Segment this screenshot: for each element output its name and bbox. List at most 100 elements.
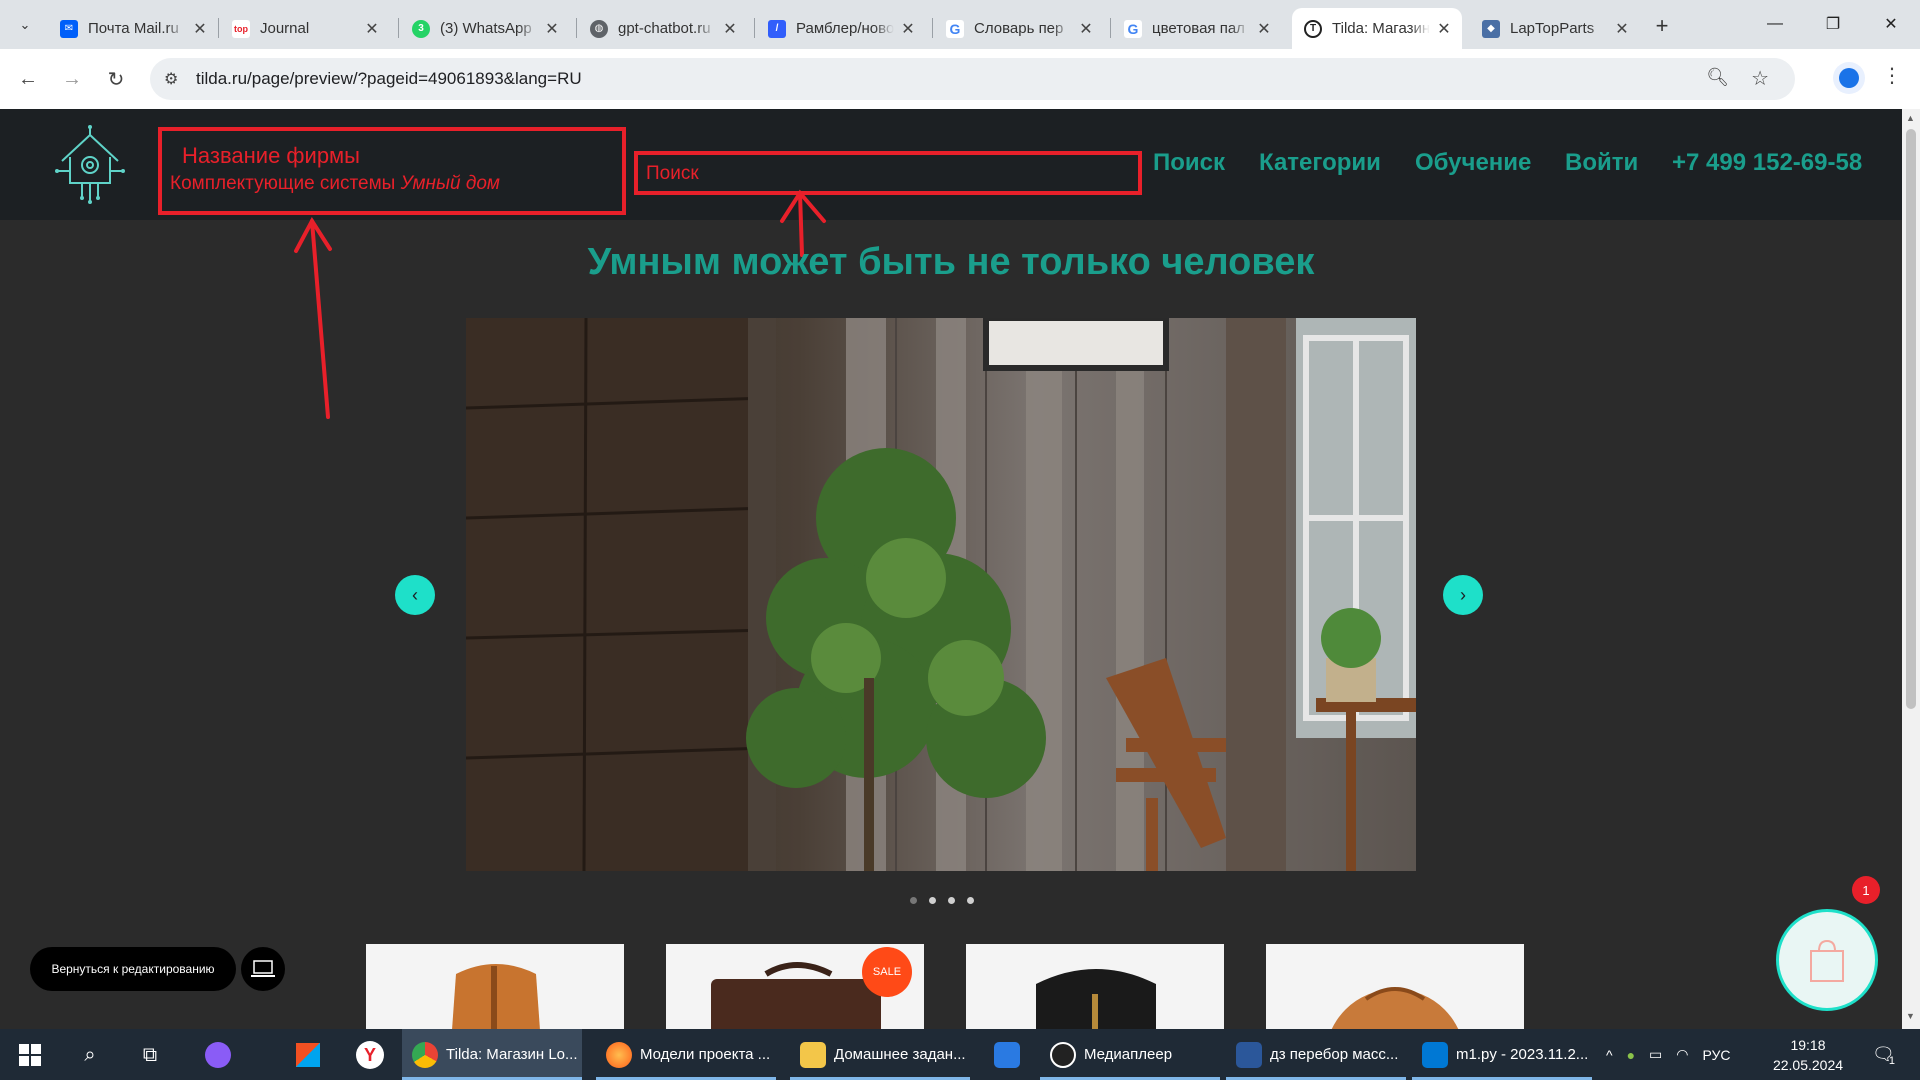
menu-item-phone[interactable]: +7 499 152-69-58: [1672, 149, 1862, 177]
taskbar-app-label: Домашнее задан...: [834, 1046, 966, 1063]
taskbar-app-mail[interactable]: [984, 1029, 1044, 1080]
menu-item-categories[interactable]: Категории: [1259, 149, 1381, 177]
tab-whatsapp[interactable]: 3 (3) WhatsApp ✕: [400, 8, 570, 49]
menu-item-login[interactable]: Войти: [1565, 149, 1638, 177]
back-arrow-icon[interactable]: ←: [12, 63, 44, 95]
minimize-button[interactable]: —: [1752, 6, 1798, 42]
menu-kebab-icon[interactable]: ⋮: [1882, 63, 1902, 88]
tilda-icon: T: [1304, 19, 1322, 38]
tab-title: Journal: [260, 20, 310, 37]
tab-mail[interactable]: ✉ Почта Mail.ru ✕: [48, 8, 218, 49]
close-tab-icon[interactable]: ✕: [900, 19, 916, 39]
alice-assistant-icon[interactable]: [200, 1037, 236, 1073]
cart-button[interactable]: [1776, 909, 1878, 1011]
taskbar-app-explorer[interactable]: Домашнее задан...: [790, 1029, 970, 1080]
taskbar-app-media-player[interactable]: Медиаплеер: [1040, 1029, 1220, 1080]
back-to-editing-button[interactable]: Вернуться к редактированию: [30, 947, 236, 991]
taskbar-app-label: дз перебор масс...: [1270, 1046, 1399, 1063]
close-window-button[interactable]: ✕: [1868, 6, 1914, 42]
scroll-down-arrow-icon[interactable]: ▼: [1906, 1011, 1915, 1021]
browser-tab-strip: ⌄ ✉ Почта Mail.ru ✕ top Journal ✕ 3 (3) …: [0, 0, 1920, 49]
zoom-icon[interactable]: 🔍︎: [1706, 67, 1729, 88]
scroll-up-arrow-icon[interactable]: ▲: [1906, 113, 1915, 123]
tab-journal[interactable]: top Journal ✕: [220, 8, 390, 49]
product-card-round-orange-bag[interactable]: [1266, 944, 1524, 1029]
folder-icon: [800, 1041, 826, 1068]
tab-gpt-chatbot[interactable]: ◍ gpt-chatbot.ru ✕: [578, 8, 748, 49]
mail-icon: ✉: [60, 19, 78, 38]
new-tab-button[interactable]: +: [1648, 12, 1676, 40]
close-tab-icon[interactable]: ✕: [722, 19, 738, 39]
show-hidden-icons-chevron-icon[interactable]: ^: [1606, 1047, 1613, 1063]
brand-annotation-box: Название фирмы Комплектующие системы Умн…: [158, 127, 626, 215]
slider-dot[interactable]: [948, 897, 955, 904]
tab-laptopparts[interactable]: ◆ LapTopParts ✕: [1470, 8, 1640, 49]
close-tab-icon[interactable]: ✕: [1614, 19, 1630, 39]
close-tab-icon[interactable]: ✕: [1436, 19, 1452, 39]
tab-tilda-active[interactable]: T Tilda: Магазин ✕: [1292, 8, 1462, 49]
taskbar-app-firefox[interactable]: Модели проекта ...: [596, 1029, 776, 1080]
black-backpack-image: [1036, 969, 1156, 1029]
restore-button[interactable]: ❐: [1810, 6, 1856, 42]
product-card-black-backpack[interactable]: [966, 944, 1224, 1029]
tab-search-chevron-icon[interactable]: ⌄: [12, 12, 38, 38]
wifi-icon[interactable]: ◠: [1676, 1046, 1688, 1063]
company-tagline: Комплектующие системы Умный дом: [170, 173, 500, 194]
slider-next-button[interactable]: ›: [1443, 575, 1483, 615]
taskbar-app-chrome[interactable]: Tilda: Магазин Lo...: [402, 1029, 582, 1080]
clock[interactable]: 19:18 22.05.2024: [1768, 1035, 1848, 1075]
yandex-browser-icon[interactable]: Y: [352, 1037, 388, 1073]
bookmark-star-icon[interactable]: ☆: [1751, 66, 1769, 91]
address-bar[interactable]: ⚙ tilda.ru/page/preview/?pageid=49061893…: [150, 58, 1795, 100]
close-tab-icon[interactable]: ✕: [1256, 19, 1272, 39]
menu-item-learning[interactable]: Обучение: [1415, 149, 1531, 177]
close-tab-icon[interactable]: ✕: [192, 19, 208, 39]
url-text[interactable]: tilda.ru/page/preview/?pageid=49061893&l…: [196, 69, 582, 89]
slider-dots: [910, 897, 974, 904]
search-placeholder: Поиск: [646, 163, 699, 184]
tab-title: LapTopParts: [1510, 20, 1595, 37]
tab-title: Tilda: Магазин: [1332, 20, 1430, 37]
mail-app-icon: [994, 1041, 1020, 1068]
taskbar-app-label: Модели проекта ...: [640, 1046, 771, 1063]
reload-icon[interactable]: ↻: [100, 63, 132, 95]
scrollbar-thumb[interactable]: [1906, 129, 1916, 709]
tab-rambler[interactable]: / Рамблер/новости ✕: [756, 8, 926, 49]
windows-start-icon[interactable]: [12, 1037, 48, 1073]
preview-device-button[interactable]: [241, 947, 285, 991]
slider-dot[interactable]: [910, 897, 917, 904]
battery-icon[interactable]: ▭: [1649, 1046, 1662, 1063]
site-settings-icon[interactable]: ⚙: [164, 69, 178, 89]
tab-color-palette[interactable]: G цветовая пал ✕: [1112, 8, 1282, 49]
language-indicator[interactable]: РУС: [1703, 1047, 1731, 1063]
notifications-button[interactable]: 🗨︎ 1: [1872, 1029, 1895, 1080]
close-tab-icon[interactable]: ✕: [364, 19, 380, 39]
product-card-orange-backpack[interactable]: [366, 944, 624, 1029]
slider-dot[interactable]: [929, 897, 936, 904]
hero-title: Умным может быть не только человек: [587, 241, 1315, 283]
tab-dictionary[interactable]: G Словарь пер ✕: [934, 8, 1104, 49]
rustic-wall-plant-chair-image: [466, 318, 1416, 871]
menu-item-search[interactable]: Поиск: [1153, 149, 1225, 177]
close-tab-icon[interactable]: ✕: [544, 19, 560, 39]
person-icon: [1839, 68, 1859, 88]
profile-avatar[interactable]: [1833, 62, 1865, 94]
store-icon[interactable]: [290, 1037, 326, 1073]
close-tab-icon[interactable]: ✕: [1078, 19, 1094, 39]
search-icon[interactable]: ⌕: [72, 1037, 108, 1073]
security-icon[interactable]: ●: [1627, 1047, 1635, 1063]
slider-dot[interactable]: [967, 897, 974, 904]
taskbar-app-vscode[interactable]: m1.py - 2023.11.2...: [1412, 1029, 1592, 1080]
slider-prev-button[interactable]: ‹: [395, 575, 435, 615]
chevron-left-icon: ‹: [412, 584, 418, 605]
browser-toolbar: ← → ↻ ⚙ tilda.ru/page/preview/?pageid=49…: [0, 49, 1920, 109]
windows-taskbar: ⌕ ⧉ Y Tilda: Магазин Lo... Модели проект…: [0, 1029, 1920, 1080]
search-annotation-box[interactable]: Поиск: [634, 151, 1142, 195]
taskbar-app-word[interactable]: дз перебор масс...: [1226, 1029, 1406, 1080]
task-view-icon[interactable]: ⧉: [132, 1037, 168, 1073]
google-icon: G: [1124, 19, 1142, 38]
sale-badge: SALE: [862, 947, 912, 997]
tab-title: Словарь пер: [974, 20, 1064, 37]
forward-arrow-icon[interactable]: →: [56, 63, 88, 95]
page-scrollbar[interactable]: ▲ ▼: [1902, 109, 1920, 1029]
